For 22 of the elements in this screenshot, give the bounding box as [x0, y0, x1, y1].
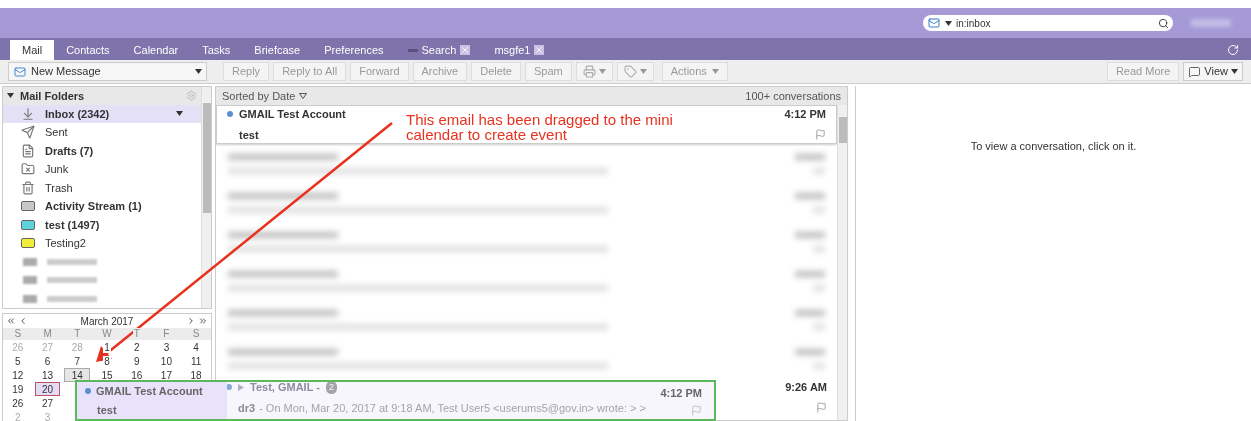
annotation-text: This email has been dragged to the mini calendar to create event [406, 112, 674, 142]
message-time: 9:26 AM [785, 380, 827, 395]
sender-name: Test, GMAIL - [250, 380, 320, 395]
message-snippet: - On Mon, Mar 20, 2017 at 9:18 AM, Test User5 <userums5@gov.in> wrote: > > [259, 400, 646, 416]
message-time: 4:12 PM [784, 107, 826, 122]
calendar-month: March 2017 [79, 314, 135, 329]
message-subject: test [96, 403, 118, 418]
message-subject: test [239, 127, 259, 143]
empty-pane-message: To view a conversation, click on it. [970, 139, 1137, 154]
weekday-label: T [72, 328, 83, 340]
message-subject: dr3 [238, 400, 256, 416]
message-count: 2 [325, 380, 337, 394]
weekday-label: F [161, 328, 172, 340]
weekday-label: S [12, 328, 24, 340]
message-time: 4:12 PM [660, 385, 702, 401]
sender-name: GMAIL Test Account [239, 107, 346, 122]
weekday-label: W [100, 328, 114, 340]
weekday-label: S [190, 328, 202, 340]
conversation-count: 100+ conversations [745, 88, 841, 104]
weekday-label: T [131, 328, 142, 340]
weekday-label: M [41, 328, 54, 340]
sender-name: GMAIL Test Account [96, 383, 203, 399]
